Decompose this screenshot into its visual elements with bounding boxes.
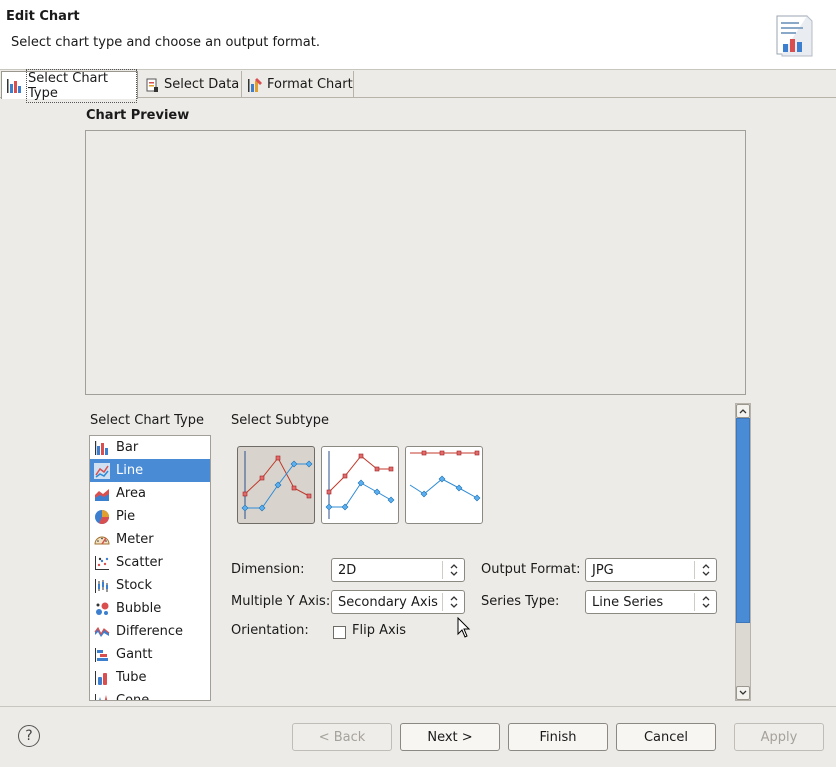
format-chart-icon: [247, 77, 263, 93]
chevron-down-icon: [739, 690, 747, 695]
tab-label: Select Data: [164, 77, 240, 92]
output-format-value: JPG: [592, 562, 614, 578]
scroll-down-button[interactable]: [736, 686, 750, 700]
chart-type-label: Gantt: [116, 647, 153, 662]
back-button[interactable]: < Back: [292, 723, 392, 751]
chart-type-label: Scatter: [116, 555, 163, 570]
area-chart-icon: [94, 486, 110, 502]
series-type-select[interactable]: Line Series: [585, 590, 717, 614]
tab-label: Format Chart: [267, 77, 353, 92]
chart-preview-area: [85, 130, 746, 395]
chart-type-item-bubble[interactable]: Bubble: [90, 597, 210, 620]
help-icon: ?: [25, 728, 33, 744]
tab-label: Select Chart Type: [26, 68, 137, 103]
line-subtype-overlay[interactable]: [237, 446, 315, 524]
difference-chart-icon: [94, 624, 110, 640]
dimension-select[interactable]: 2D: [331, 558, 465, 582]
series-type-value: Line Series: [592, 594, 664, 610]
chart-type-item-line[interactable]: Line: [90, 459, 210, 482]
multiple-y-axis-value: Secondary Axis: [338, 594, 438, 610]
chart-type-label: Bubble: [116, 601, 162, 616]
help-button[interactable]: ?: [18, 725, 40, 747]
pie-chart-icon: [94, 509, 110, 525]
chart-type-item-gantt[interactable]: Gantt: [90, 643, 210, 666]
output-format-label: Output Format:: [481, 562, 581, 577]
scatter-chart-icon: [94, 555, 110, 571]
multiple-y-axis-select[interactable]: Secondary Axis: [331, 590, 465, 614]
stock-chart-icon: [94, 578, 110, 594]
tube-chart-icon: [94, 670, 110, 686]
chart-type-label: Area: [116, 486, 146, 501]
chart-type-label: Stock: [116, 578, 152, 593]
chart-type-icon: [6, 78, 22, 94]
chart-wizard-banner-icon: [774, 14, 814, 58]
chevron-up-icon: [739, 409, 747, 414]
apply-button[interactable]: Apply: [734, 723, 824, 751]
select-subtype-label: Select Subtype: [231, 413, 330, 428]
updown-arrows-icon: [442, 561, 464, 579]
chart-type-label: Line: [116, 463, 144, 478]
chart-type-item-stock[interactable]: Stock: [90, 574, 210, 597]
scrollbar-thumb[interactable]: [736, 418, 750, 623]
next-button[interactable]: Next >: [400, 723, 500, 751]
tab-format-chart[interactable]: Format Chart: [243, 71, 354, 98]
mouse-cursor-icon: [457, 616, 471, 639]
dimension-label: Dimension:: [231, 562, 305, 577]
select-data-icon: [144, 77, 160, 93]
chart-type-item-area[interactable]: Area: [90, 482, 210, 505]
chart-type-item-pie[interactable]: Pie: [90, 505, 210, 528]
chart-type-label: Difference: [116, 624, 184, 639]
flip-axis-label[interactable]: Flip Axis: [352, 623, 406, 638]
line-chart-icon: [94, 462, 110, 479]
finish-button[interactable]: Finish: [508, 723, 608, 751]
chart-type-item-bar[interactable]: Bar: [90, 436, 210, 459]
orientation-label: Orientation:: [231, 623, 309, 638]
line-subtype-stacked[interactable]: [321, 446, 399, 524]
chart-type-item-scatter[interactable]: Scatter: [90, 551, 210, 574]
chart-type-item-tube[interactable]: Tube: [90, 666, 210, 689]
meter-chart-icon: [94, 532, 110, 548]
chart-type-item-meter[interactable]: Meter: [90, 528, 210, 551]
tab-select-chart-type[interactable]: Select Chart Type: [1, 68, 138, 103]
line-subtype-percent[interactable]: [405, 446, 483, 524]
chart-type-list[interactable]: Bar Line Area Pie Meter Scatter Stock Bu…: [89, 435, 211, 701]
multiple-y-axis-label: Multiple Y Axis:: [231, 594, 331, 609]
dialog-title: Edit Chart: [6, 9, 80, 24]
updown-arrows-icon: [694, 593, 716, 611]
chart-type-label: Pie: [116, 509, 136, 524]
scroll-up-button[interactable]: [736, 404, 750, 418]
footer-separator: [0, 706, 836, 707]
chart-type-label: Meter: [116, 532, 154, 547]
dimension-value: 2D: [338, 562, 357, 578]
chart-preview-title: Chart Preview: [86, 108, 190, 123]
flip-axis-checkbox[interactable]: [333, 626, 346, 639]
select-chart-type-label: Select Chart Type: [90, 413, 204, 428]
bar-chart-icon: [94, 440, 110, 456]
chart-type-label: Bar: [116, 440, 139, 455]
tab-select-data[interactable]: Select Data: [140, 71, 242, 98]
updown-arrows-icon: [694, 561, 716, 579]
chart-type-label: Cone: [116, 693, 150, 701]
chart-type-item-cone[interactable]: Cone: [90, 689, 210, 701]
dialog-subtitle: Select chart type and choose an output f…: [11, 35, 320, 50]
series-type-label: Series Type:: [481, 594, 560, 609]
updown-arrows-icon: [442, 593, 464, 611]
output-format-select[interactable]: JPG: [585, 558, 717, 582]
chart-type-label: Tube: [116, 670, 147, 685]
chart-type-item-difference[interactable]: Difference: [90, 620, 210, 643]
cancel-button[interactable]: Cancel: [616, 723, 716, 751]
gantt-chart-icon: [94, 647, 110, 663]
cone-chart-icon: [94, 693, 110, 700]
bubble-chart-icon: [94, 601, 110, 617]
